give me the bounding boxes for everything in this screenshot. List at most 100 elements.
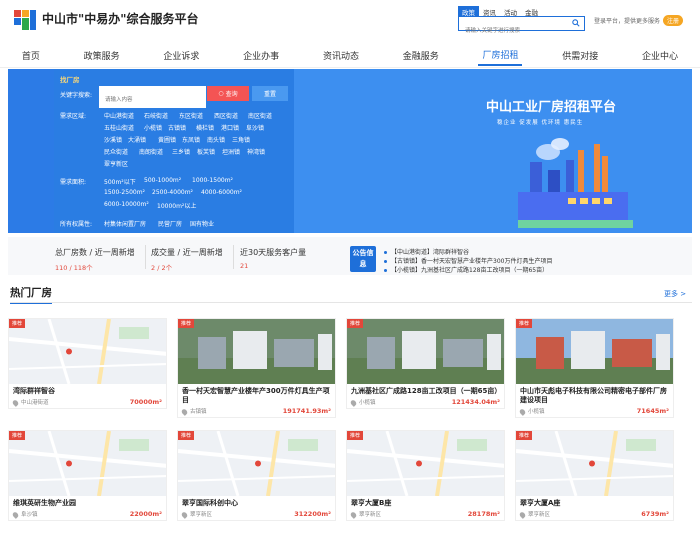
location-pin-icon (349, 398, 358, 407)
area-option[interactable]: 500-1000m² (144, 177, 181, 184)
nav-policy[interactable]: 政策服务 (80, 46, 124, 65)
region-option[interactable]: 阜沙镇 (246, 123, 264, 132)
nav-appeal[interactable]: 企业诉求 (159, 46, 203, 65)
keyword-input[interactable] (99, 92, 206, 108)
region-option[interactable]: 东凤镇 (182, 135, 200, 144)
card-image[interactable]: 推荐 (516, 319, 673, 384)
card-area: 121434.04m² (451, 398, 500, 406)
card-town: 翠亨新区 (359, 512, 382, 518)
region-option[interactable]: 小榄镇 (144, 123, 162, 132)
area-label: 需求面积: (60, 179, 87, 186)
nav-factory[interactable]: 厂房招租 (478, 45, 523, 66)
region-option[interactable]: 黄圃镇 (158, 135, 176, 144)
query-icon: ○ (218, 90, 224, 97)
region-option[interactable]: 三乡镇 (172, 147, 190, 156)
card-image[interactable]: 推荐 (9, 319, 166, 384)
region-option[interactable]: 港口镇 (221, 123, 239, 132)
keyword-label: 关键字搜索: (60, 92, 93, 99)
area-option[interactable]: 2500-4000m² (152, 189, 193, 196)
card-image[interactable]: 推荐 (178, 319, 335, 384)
site-search (458, 16, 585, 38)
nav-supply[interactable]: 供需对接 (558, 46, 602, 65)
factory-card[interactable]: 推荐 湾际群祥智谷 中山港街道 70000m² (8, 318, 167, 409)
card-title[interactable]: 湾际群祥智谷 (9, 384, 166, 396)
factory-card[interactable]: 推荐 翠亨国际科创中心 翠亨新区 312200m² (177, 430, 336, 521)
notice-item[interactable]: 【古镇镇】香一村天宏智慧产业楼年产300万件灯具生产项目 (384, 256, 552, 265)
region-option[interactable]: 五桂山街道 (104, 123, 134, 132)
area-option[interactable]: 1000-1500m² (192, 177, 233, 184)
owner-option[interactable]: 村集体闲置厂房 (104, 219, 146, 228)
owner-option[interactable]: 国有物业 (190, 219, 214, 228)
factory-card[interactable]: 推荐 九洲基社区广成路128亩工改项目（一期65亩） 小榄镇 121434.04… (346, 318, 505, 409)
card-image[interactable]: 推荐 (9, 431, 166, 496)
region-option[interactable]: 南头镇 (207, 135, 225, 144)
card-title[interactable]: 中山市天彪电子科技有限公司精密电子部件厂房建设项目 (516, 384, 673, 405)
nav-affairs[interactable]: 企业办事 (239, 46, 283, 65)
region-option[interactable]: 沙溪镇 (104, 135, 122, 144)
notice-badge: 公告信息 (350, 246, 376, 272)
card-title[interactable]: 维琪英研生物产业园 (9, 496, 166, 508)
query-button[interactable]: ○ 查询 (207, 86, 249, 101)
factory-card[interactable]: 推荐 维琪英研生物产业园 阜沙镇 22000m² (8, 430, 167, 521)
region-option[interactable]: 三角镇 (232, 135, 250, 144)
region-option[interactable]: 西区街道 (214, 111, 238, 120)
nav-home[interactable]: 首页 (18, 46, 44, 65)
region-option[interactable]: 南区街道 (248, 111, 272, 120)
card-title[interactable]: 翠亨大厦A座 (516, 496, 673, 508)
owner-option[interactable]: 民营厂房 (158, 219, 182, 228)
site-logo[interactable] (12, 7, 38, 33)
area-option[interactable]: 6000-10000m² (104, 201, 149, 208)
card-location: 古镇镇 (180, 407, 207, 416)
card-title[interactable]: 九洲基社区广成路128亩工改项目（一期65亩） (347, 384, 504, 396)
card-footer: 翠亨新区 6739m² (516, 508, 673, 520)
region-option[interactable]: 东区街道 (179, 111, 203, 120)
card-location: 翠亨新区 (349, 510, 382, 519)
area-option[interactable]: 10000m²以上 (157, 201, 196, 210)
card-image[interactable]: 推荐 (347, 319, 504, 384)
card-title[interactable]: 翠亨国际科创中心 (178, 496, 335, 508)
reset-button[interactable]: 重置 (252, 86, 288, 101)
factory-card[interactable]: 推荐 翠亨大厦A座 翠亨新区 6739m² (515, 430, 674, 521)
region-option[interactable]: 南朗街道 (139, 147, 163, 156)
card-image[interactable]: 推荐 (347, 431, 504, 496)
region-option[interactable]: 板芙镇 (197, 147, 215, 156)
region-option[interactable]: 神湾镇 (247, 147, 265, 156)
photo-thumbnail (516, 319, 673, 384)
card-location: 小榄镇 (349, 398, 376, 407)
map-thumbnail (347, 431, 504, 496)
factory-card[interactable]: 推荐 香一村天宏智慧产业楼年产300万件灯具生产项目 古镇镇 191741.93… (177, 318, 336, 418)
register-badge[interactable]: 注册 (663, 15, 684, 26)
area-option[interactable]: 4000-6000m² (201, 189, 242, 196)
nav-enterprise[interactable]: 企业中心 (638, 46, 682, 65)
region-option[interactable]: 石岐街道 (144, 111, 168, 120)
card-title[interactable]: 香一村天宏智慧产业楼年产300万件灯具生产项目 (178, 384, 335, 405)
notice-item[interactable]: 【中山港街道】湾际群祥智谷 (384, 247, 469, 256)
area-option[interactable]: 1500-2500m² (104, 189, 145, 196)
search-icon[interactable] (572, 19, 580, 27)
region-option[interactable]: 民众街道 (104, 147, 128, 156)
location-pin-icon (518, 510, 527, 519)
factory-card[interactable]: 推荐 翠亨大厦B座 翠亨新区 28178m² (346, 430, 505, 521)
site-search-input[interactable] (459, 24, 567, 38)
card-area: 6739m² (641, 510, 669, 518)
area-option[interactable]: 500m²以下 (104, 177, 136, 186)
region-option[interactable]: 中山港街道 (104, 111, 134, 120)
factory-card[interactable]: 推荐 中山市天彪电子科技有限公司精密电子部件厂房建设项目 小榄镇 71645m² (515, 318, 674, 418)
more-link[interactable]: 更多 > (664, 289, 686, 299)
region-option[interactable]: 古镇镇 (168, 123, 186, 132)
card-image[interactable]: 推荐 (516, 431, 673, 496)
nav-news[interactable]: 资讯动态 (319, 46, 363, 65)
notice-item[interactable]: 【小榄镇】九洲基社区广成路128亩工改项目（一期65亩） (384, 265, 548, 274)
nav-finance[interactable]: 金融服务 (399, 46, 443, 65)
region-option[interactable]: 坦洲镇 (222, 147, 240, 156)
card-area: 71645m² (636, 407, 669, 415)
card-image[interactable]: 推荐 (178, 431, 335, 496)
card-title[interactable]: 翠亨大厦B座 (347, 496, 504, 508)
region-option[interactable]: 翠亨新区 (104, 159, 128, 168)
card-location: 翠亨新区 (180, 510, 212, 519)
region-option[interactable]: 大涌镇 (128, 135, 146, 144)
region-option[interactable]: 横栏镇 (196, 123, 214, 132)
login-link[interactable]: 登录平台，提供更多服务 注册 (594, 15, 684, 26)
stat-deal-label: 成交量 / 近一周新增 (151, 248, 223, 257)
card-location: 阜沙镇 (11, 510, 38, 519)
